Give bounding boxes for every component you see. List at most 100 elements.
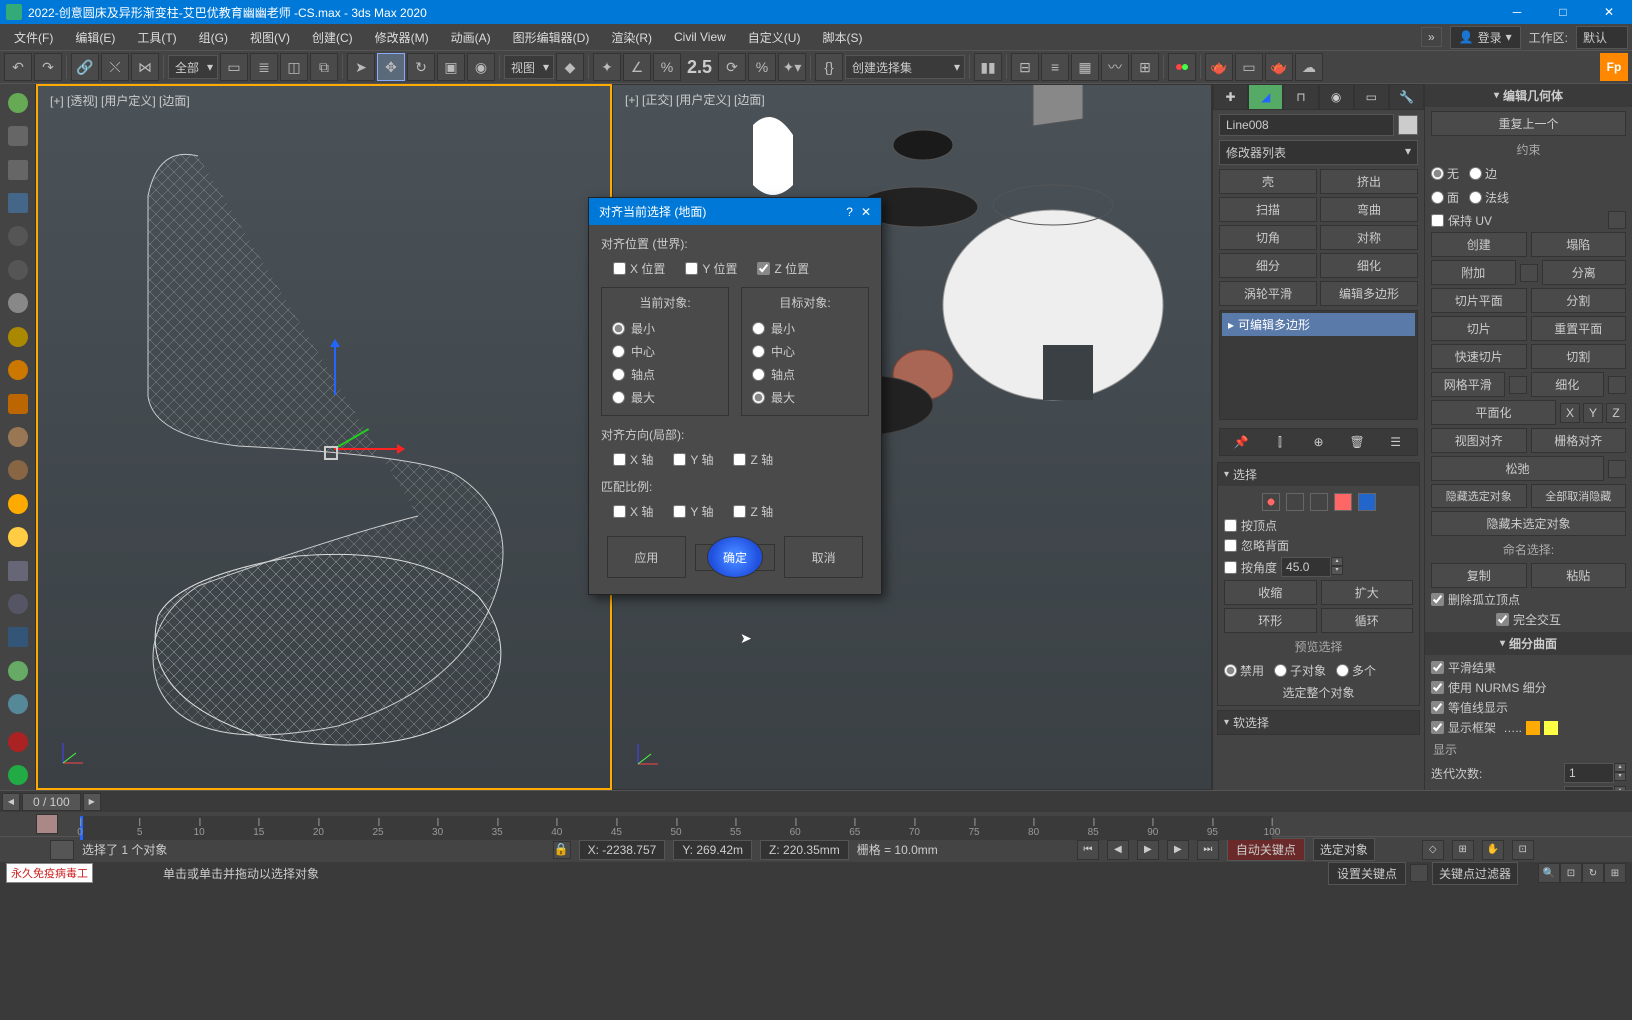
close-button[interactable]: ✕	[1586, 0, 1632, 24]
orient-z-checkbox[interactable]	[733, 453, 746, 466]
relax-settings[interactable]	[1608, 460, 1626, 478]
rotate-button[interactable]: ↻	[407, 53, 435, 81]
shrink-button[interactable]: 收缩	[1224, 580, 1317, 605]
planar-x[interactable]: X	[1560, 403, 1580, 423]
extrude-button[interactable]: 挤出	[1320, 169, 1418, 194]
workspace-dropdown[interactable]: 默认	[1576, 26, 1628, 49]
dialog-close-icon[interactable]: ✕	[861, 205, 871, 219]
angle-spinner[interactable]	[1281, 557, 1331, 577]
nav3[interactable]: ✋	[1482, 840, 1504, 860]
y-pos-checkbox[interactable]	[685, 262, 698, 275]
select-button[interactable]: ▭	[220, 53, 248, 81]
attach-button[interactable]: 附加	[1431, 260, 1516, 285]
scale-x-checkbox[interactable]	[613, 505, 626, 518]
tgt-min-radio[interactable]	[752, 322, 765, 335]
key-mode-button[interactable]	[36, 814, 58, 834]
ok-button[interactable]: 确定	[707, 536, 763, 578]
preview-off-radio[interactable]	[1224, 664, 1237, 677]
subdivide-button[interactable]: 细分	[1219, 253, 1317, 278]
orient-x-checkbox[interactable]	[613, 453, 626, 466]
keyfilter-dropdown[interactable]: 关键点过滤器	[1432, 862, 1518, 885]
configure-icon[interactable]: ☰	[1387, 433, 1405, 451]
timeline-prev[interactable]: ◀	[2, 793, 20, 811]
viewport-perspective[interactable]: [+] [透视] [用户定义] [边面]	[36, 84, 612, 790]
cur-center-radio[interactable]	[612, 345, 625, 358]
viewport-right-label[interactable]: [+] [正交] [用户定义] [边面]	[625, 91, 765, 108]
umbrella-icon[interactable]	[2, 422, 34, 451]
x-coord[interactable]: X: -2238.757	[579, 840, 666, 860]
snap-toggle-button[interactable]: ✦	[593, 53, 621, 81]
select-object-button[interactable]: ➤	[347, 53, 375, 81]
orange-sphere-icon[interactable]	[2, 355, 34, 384]
hide-sel-button[interactable]: 隐藏选定对象	[1431, 484, 1527, 508]
show-result-icon[interactable]: ⫿	[1271, 433, 1289, 451]
cut-button[interactable]: 切割	[1531, 344, 1627, 369]
play-button[interactable]: ▶	[1137, 840, 1159, 860]
display-tab[interactable]: ▭	[1354, 84, 1389, 110]
object-name-input[interactable]	[1219, 114, 1394, 136]
tgt-max-radio[interactable]	[752, 391, 765, 404]
nav4[interactable]: ⊡	[1512, 840, 1534, 860]
preview-multi-radio[interactable]	[1336, 664, 1349, 677]
grid2-icon[interactable]	[2, 623, 34, 652]
subdiv-head[interactable]: 细分曲面	[1425, 632, 1632, 655]
dialog-titlebar[interactable]: 对齐当前选择 (地面) ? ✕	[589, 198, 881, 225]
modify-tab[interactable]: ◢	[1248, 84, 1283, 110]
paste-sel-button[interactable]: 粘贴	[1531, 563, 1627, 588]
bind-button[interactable]: ⋈	[131, 53, 159, 81]
menu-create[interactable]: 创建(C)	[302, 26, 363, 49]
orient-y-checkbox[interactable]	[673, 453, 686, 466]
sun-icon[interactable]	[2, 489, 34, 518]
by-vertex-checkbox[interactable]	[1224, 519, 1237, 532]
autokey-button[interactable]: 自动关键点	[1227, 838, 1305, 861]
hand-icon[interactable]	[2, 656, 34, 685]
cancel-button[interactable]: 取消	[784, 536, 863, 578]
selection-rollout-head[interactable]: 选择	[1218, 463, 1419, 486]
ring-button[interactable]: 环形	[1224, 608, 1317, 633]
smooth-result-checkbox[interactable]	[1431, 661, 1444, 674]
login-box[interactable]: 👤 登录 ▾	[1450, 26, 1521, 49]
bug-icon[interactable]	[2, 456, 34, 485]
chamfer-button[interactable]: 切角	[1219, 225, 1317, 250]
snap-options-button[interactable]: ✦▾	[778, 53, 806, 81]
percent-icon[interactable]: %	[748, 53, 776, 81]
create-tab[interactable]: ✚	[1213, 84, 1248, 110]
constrain-none-radio[interactable]	[1431, 167, 1444, 180]
key-filter-dropdown[interactable]: 选定对象	[1313, 838, 1375, 861]
nav1[interactable]: ◇	[1422, 840, 1444, 860]
time-ruler[interactable]: 0510152025303540455055606570758085909510…	[80, 816, 1272, 840]
pin-stack-icon[interactable]: 📌	[1232, 433, 1250, 451]
z-pos-checkbox[interactable]	[757, 262, 770, 275]
undo-button[interactable]: ↶	[4, 53, 32, 81]
collapse-button[interactable]: 塌陷	[1531, 232, 1627, 257]
menu-animation[interactable]: 动画(A)	[441, 26, 501, 49]
maxscript-button[interactable]	[50, 840, 74, 860]
tess-settings[interactable]	[1608, 376, 1626, 394]
msmooth-button[interactable]: 网格平滑	[1431, 372, 1505, 397]
z-coord[interactable]: Z: 220.35mm	[760, 840, 849, 860]
named-sel-dropdown[interactable]: 创建选择集	[845, 55, 965, 79]
polygon-subobj-icon[interactable]	[1334, 493, 1352, 511]
remove-mod-icon[interactable]: 🗑	[1348, 433, 1366, 451]
cur-max-radio[interactable]	[612, 391, 625, 404]
curve-editor-button[interactable]: 〰	[1101, 53, 1129, 81]
sphere-icon[interactable]	[2, 121, 34, 150]
next-frame-button[interactable]: ▶	[1167, 840, 1189, 860]
goto-start-button[interactable]: ⏮	[1077, 840, 1099, 860]
transform-gizmo[interactable]	[334, 390, 414, 470]
menu-rendering[interactable]: 渲染(R)	[601, 26, 662, 49]
spinner-snap-button[interactable]: ⟳	[718, 53, 746, 81]
planarize-button[interactable]: 平面化	[1431, 400, 1556, 425]
constrain-normal-radio[interactable]	[1469, 191, 1482, 204]
element-subobj-icon[interactable]	[1358, 493, 1376, 511]
use-nurms-checkbox[interactable]	[1431, 681, 1444, 694]
viewport-left-label[interactable]: [+] [透视] [用户定义] [边面]	[50, 92, 190, 109]
symmetry-button[interactable]: 对称	[1320, 225, 1418, 250]
menu-group[interactable]: 组(G)	[189, 26, 238, 49]
create-button[interactable]: 创建	[1431, 232, 1527, 257]
grid-align-button[interactable]: 栅格对齐	[1531, 428, 1627, 453]
modifier-list-dropdown[interactable]: 修改器列表▾	[1219, 140, 1418, 165]
video-icon[interactable]	[2, 255, 34, 284]
turbosmooth-button[interactable]: 涡轮平滑	[1219, 281, 1317, 306]
cur-pivot-radio[interactable]	[612, 368, 625, 381]
